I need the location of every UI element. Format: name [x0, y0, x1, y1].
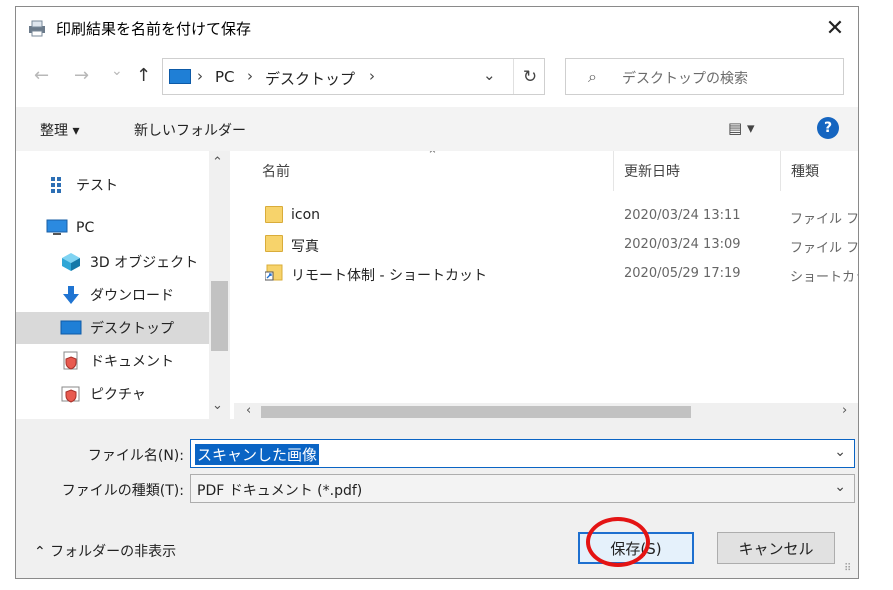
scroll-left-icon[interactable]: ‹	[246, 403, 251, 418]
refresh-button[interactable]: ↻	[513, 59, 546, 94]
pc-icon	[46, 218, 68, 238]
cancel-button[interactable]: キャンセル	[717, 532, 835, 564]
column-header-type[interactable]: 種類	[791, 161, 819, 181]
document-shield-icon	[60, 351, 82, 371]
search-icon: ⌕	[588, 67, 597, 86]
nav-item-pictures[interactable]: ピクチャ	[60, 378, 231, 410]
nav-item-pc[interactable]: PC	[46, 212, 231, 244]
column-header-name[interactable]: 名前	[262, 161, 290, 181]
folder-icon	[265, 235, 283, 252]
scrollbar-thumb[interactable]	[261, 406, 691, 418]
column-header-date[interactable]: 更新日時	[624, 161, 680, 181]
file-date: 2020/05/29 17:19	[624, 266, 741, 281]
filetype-value: PDF ドキュメント (*.pdf)	[197, 483, 363, 499]
nav-item-label: PC	[76, 220, 95, 236]
breadcrumb-desktop[interactable]: デスクトップ	[265, 68, 355, 89]
nav-item-label: テスト	[76, 178, 118, 194]
nav-item-3d-objects[interactable]: 3D オブジェクト	[60, 246, 231, 278]
filename-label: ファイル名(N):	[87, 448, 184, 464]
address-bar[interactable]: › PC › デスクトップ › ⌄ ↻	[162, 58, 545, 95]
filetype-select[interactable]: PDF ドキュメント (*.pdf) ⌄	[190, 474, 855, 503]
search-placeholder: デスクトップの検索	[622, 71, 748, 87]
column-divider[interactable]	[780, 151, 781, 191]
save-options-panel: ファイル名(N): スキャンした画像 ⌄ ファイルの種類(T): PDF ドキュ…	[16, 419, 858, 578]
scroll-down-icon[interactable]: ⌄	[212, 398, 223, 413]
filetype-label: ファイルの種類(T):	[61, 483, 184, 499]
filename-input[interactable]: スキャンした画像 ⌄	[190, 439, 855, 468]
hide-folders-button[interactable]: ⌃ フォルダーの非表示	[34, 541, 176, 561]
close-button[interactable]: ✕	[812, 7, 858, 49]
nav-item-documents[interactable]: ドキュメント	[60, 345, 231, 377]
up-button[interactable]: ↑	[136, 65, 151, 86]
pc-icon	[169, 69, 191, 84]
navigation-pane: テスト PC 3D オブジェクト ダウンロード デスクトップ ドキュメント ピク…	[16, 151, 231, 419]
filename-value: スキャンした画像	[195, 444, 320, 465]
file-type: ショートカッ	[790, 270, 858, 285]
network-grid-icon	[46, 175, 68, 195]
download-arrow-icon	[60, 285, 82, 305]
nav-item-label: ドキュメント	[90, 354, 174, 370]
title-bar: 印刷結果を名前を付けて保存 ✕	[16, 7, 858, 49]
highlight-circle-annotation	[586, 517, 650, 567]
file-date: 2020/03/24 13:11	[624, 208, 741, 223]
nav-item-label: デスクトップ	[90, 321, 174, 337]
filelist-hscrollbar[interactable]: ‹ ›	[234, 403, 858, 419]
forward-button[interactable]: →	[74, 65, 89, 86]
file-name: 写真	[291, 239, 319, 255]
organize-button[interactable]: 整理 ▾	[40, 120, 79, 140]
file-name: リモート体制 - ショートカット	[291, 268, 487, 284]
desktop-icon	[60, 318, 82, 338]
nav-item-desktop[interactable]: デスクトップ	[16, 312, 209, 344]
cube-3d-icon	[60, 252, 82, 272]
scroll-up-icon[interactable]: ⌃	[212, 155, 223, 170]
recent-locations-button[interactable]: ⌄	[111, 63, 123, 79]
chevron-down-icon[interactable]: ⌄	[834, 444, 846, 460]
back-button[interactable]: ←	[34, 65, 49, 86]
table-row[interactable]: リモート体制 - ショートカット 2020/05/29 17:19 ショートカッ	[234, 261, 858, 287]
scroll-right-icon[interactable]: ›	[842, 403, 847, 418]
nav-item-downloads[interactable]: ダウンロード	[60, 279, 231, 311]
new-folder-button[interactable]: 新しいフォルダー	[134, 120, 246, 140]
command-toolbar: 整理 ▾ 新しいフォルダー ▤ ▾ ?	[16, 107, 858, 151]
file-type: ファイル フォ	[790, 241, 858, 256]
column-divider[interactable]	[613, 151, 614, 191]
help-button[interactable]: ?	[817, 117, 839, 139]
breadcrumb-separator: ›	[197, 67, 203, 85]
shortcut-icon	[265, 264, 283, 281]
breadcrumb-separator: ›	[247, 67, 253, 85]
file-name: icon	[291, 207, 321, 223]
scrollbar-thumb[interactable]	[211, 281, 228, 351]
chevron-down-icon[interactable]: ⌄	[834, 479, 846, 495]
nav-item-label: 3D オブジェクト	[90, 255, 199, 271]
printer-icon	[29, 20, 45, 37]
nav-item-label: ピクチャ	[90, 387, 146, 403]
nav-item-label: ダウンロード	[90, 288, 174, 304]
sort-ascending-icon: ⌃	[427, 151, 438, 163]
folder-icon	[265, 206, 283, 223]
address-dropdown-icon[interactable]: ⌄	[483, 66, 496, 84]
table-row[interactable]: icon 2020/03/24 13:11 ファイル フォ	[234, 203, 858, 229]
picture-shield-icon	[60, 384, 82, 404]
navpane-scrollbar[interactable]: ⌃ ⌄	[209, 151, 230, 419]
breadcrumb-pc[interactable]: PC	[215, 68, 235, 86]
breadcrumb-separator: ›	[369, 67, 375, 85]
file-list: ⌃ 名前 更新日時 種類 icon 2020/03/24 13:11 ファイル …	[234, 151, 858, 419]
save-dialog: 印刷結果を名前を付けて保存 ✕ ← → ⌄ ↑ › PC › デスクトップ › …	[15, 6, 859, 579]
table-row[interactable]: 写真 2020/03/24 13:09 ファイル フォ	[234, 232, 858, 258]
resize-grip-icon[interactable]: ⠿	[844, 563, 851, 574]
search-input[interactable]: ⌕ デスクトップの検索	[565, 58, 844, 95]
view-options-button[interactable]: ▤ ▾	[728, 119, 754, 137]
file-type: ファイル フォ	[790, 212, 858, 227]
file-date: 2020/03/24 13:09	[624, 237, 741, 252]
window-title: 印刷結果を名前を付けて保存	[56, 20, 252, 38]
nav-item-test[interactable]: テスト	[46, 169, 231, 201]
